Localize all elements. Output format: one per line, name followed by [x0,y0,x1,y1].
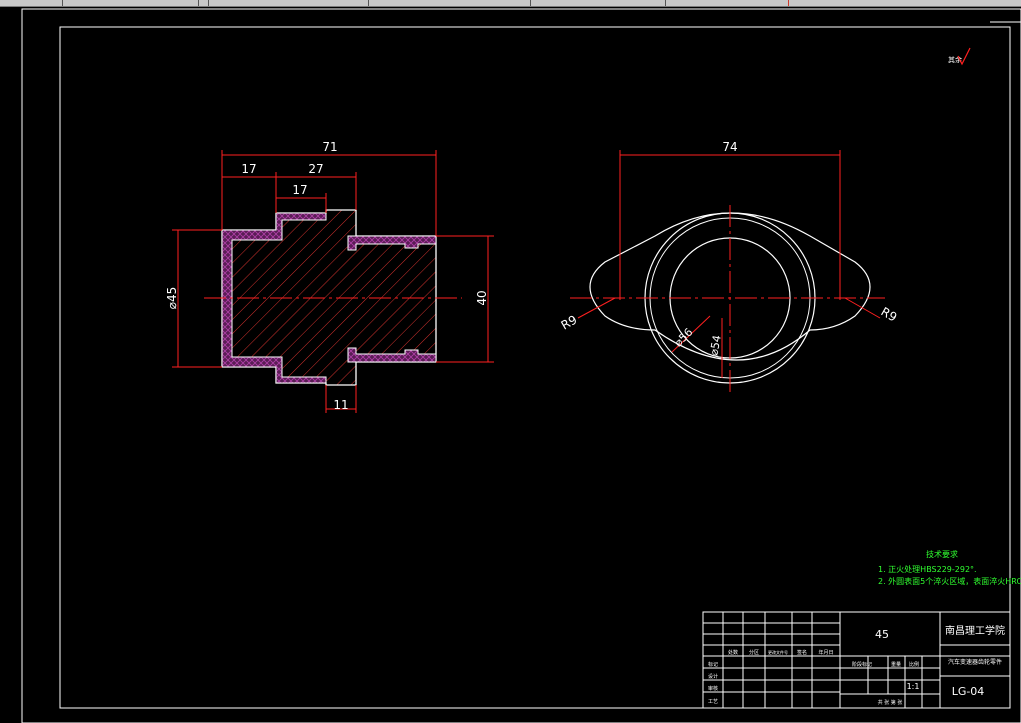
dim-left-step: 17 [241,162,256,176]
title-scale: 1:1 [907,682,920,691]
notes-line-1: 1. 正火处理HBS229-292°. [878,564,977,574]
title-part-name: 汽车变速器齿轮零件 [948,658,1002,666]
sheet-outer-border [21,8,1021,723]
dim-flange-pos: 27 [308,162,323,176]
dim-flange-width: 74 [722,140,737,154]
title-row-4: 工艺 [708,699,718,705]
cad-canvas[interactable]: 71 17 27 17 11 ⌀45 40 74 R9 R9 ⌀56 ⌀54 其… [0,7,1021,723]
dim-radius-right: R9 [879,304,900,324]
title-col-4: 签名 [797,649,807,656]
flange-end-view[interactable]: 74 R9 R9 ⌀56 ⌀54 [559,140,900,395]
title-stage-label-2: 重量 [891,661,901,668]
dim-neck: 11 [333,398,348,412]
title-row-1: 标记 [708,661,718,668]
dim-dia-small: 40 [475,290,489,305]
dim-overall-length: 71 [322,140,337,154]
technical-notes: 技术要求 1. 正火处理HBS229-292°. 2. 外圆表面5个淬火区域，表… [878,549,1021,586]
title-school: 南昌理工学院 [945,624,1005,637]
dim-groove: 17 [292,183,307,197]
title-row-3: 审核 [708,685,718,692]
title-stage-label-3: 比例 [909,661,919,668]
dim-dia-inner: ⌀56 [672,326,696,350]
part-section-view[interactable]: 71 17 27 17 11 ⌀45 40 [165,140,494,413]
dim-dia-large: ⌀45 [165,287,179,310]
title-col-5: 年月日 [818,649,833,656]
dim-dia-outer: ⌀54 [707,334,723,357]
title-bar [0,0,1021,7]
title-col-2: 分区 [749,649,759,656]
dim-radius-left: R9 [559,312,580,332]
roughness-symbol: 其余 [948,47,971,66]
title-col-1: 处数 [728,649,738,656]
notes-title: 技术要求 [926,549,958,559]
notes-line-2: 2. 外圆表面5个淬火区域，表面淬火HRC23-30. [878,576,1021,586]
title-stage-label-1: 阶段标记 [852,661,872,668]
title-col-3: 更改文件号 [768,649,788,655]
title-row-2: 设计 [708,673,718,680]
title-drawing-no: LG-04 [952,685,985,698]
title-material: 45 [875,628,889,641]
title-sheet-label: 共 张 第 张 [878,699,903,706]
